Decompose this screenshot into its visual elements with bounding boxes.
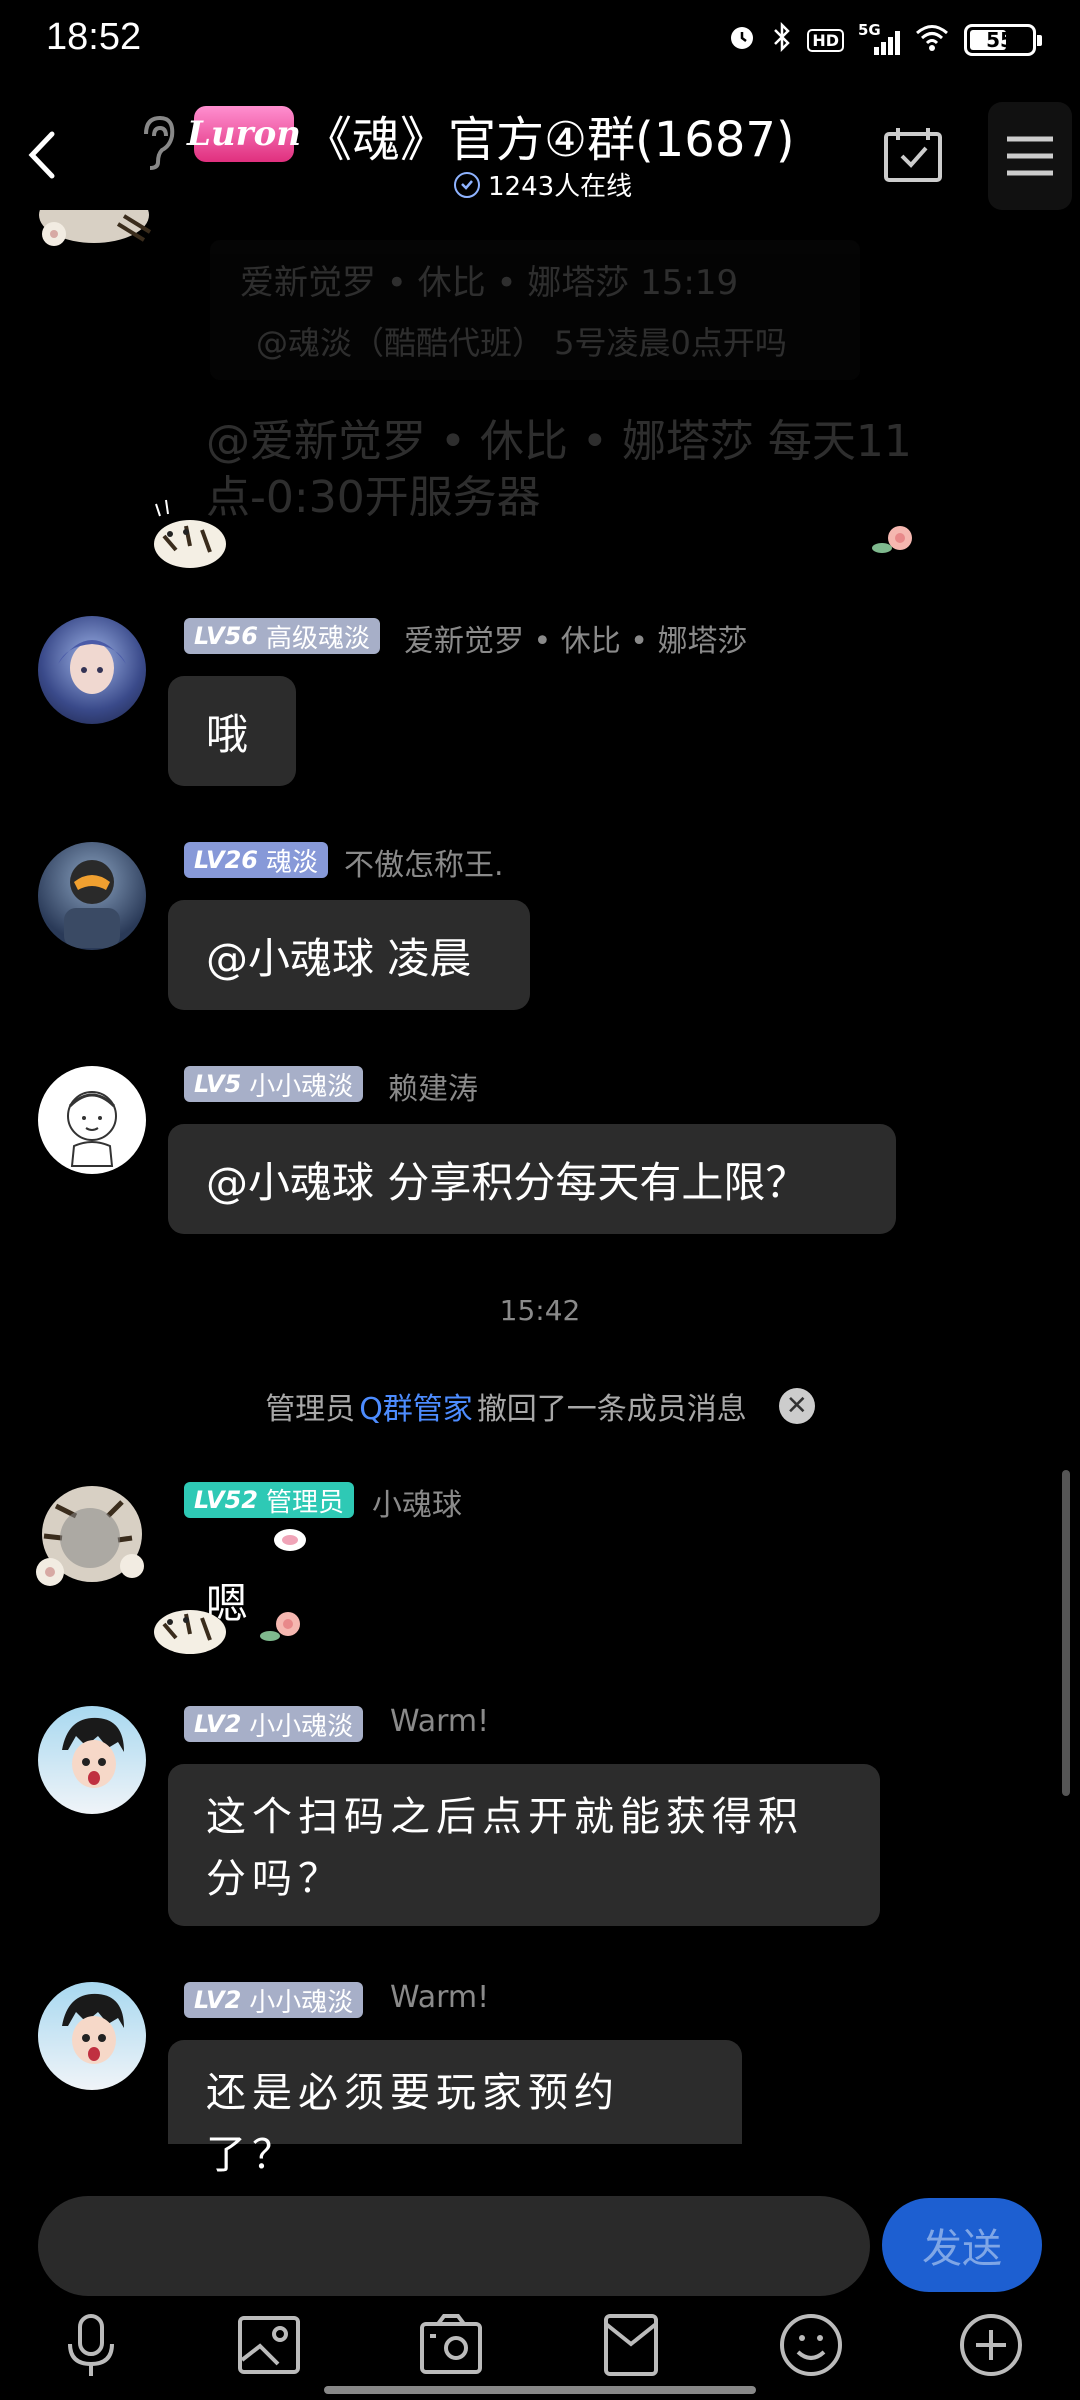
title-label: 小小魂淡 — [249, 1071, 354, 1102]
chat-header: Luron 《魂》官方④群(1687) 1243人在线 — [0, 80, 1080, 220]
level-label: LV2 — [194, 1986, 242, 2014]
wifi-icon — [914, 22, 950, 59]
title-label: 小小魂淡 — [249, 1711, 354, 1742]
group-title[interactable]: 《魂》官方④群(1687) — [304, 100, 795, 170]
flower-sticker — [258, 1606, 308, 1650]
title-label: 魂淡 — [265, 847, 318, 878]
member-badge: LV5 小小魂淡 — [184, 1066, 364, 1102]
group-manager-link[interactable]: Q群管家 — [359, 1384, 473, 1428]
battery-icon: 55 — [964, 24, 1042, 56]
level-label: LV52 — [194, 1486, 258, 1514]
avatar[interactable] — [38, 1706, 146, 1814]
calendar-check-button[interactable] — [878, 120, 948, 190]
message-input[interactable] — [38, 2196, 870, 2296]
sender-nickname[interactable]: 不傲怎称王. — [344, 840, 504, 884]
signal-icon: 5G — [858, 21, 900, 55]
back-button[interactable] — [14, 120, 70, 190]
avatar[interactable] — [38, 616, 146, 724]
battery-level: 55 — [986, 28, 1014, 52]
avatar[interactable] — [38, 1982, 146, 2090]
menu-button[interactable] — [988, 102, 1072, 210]
tiger-sticker-avatar — [34, 187, 154, 250]
send-button[interactable]: 发送 — [882, 2198, 1042, 2292]
avatar[interactable] — [38, 842, 146, 950]
status-icons: HD 5G 55 — [727, 18, 1042, 62]
tiger-sticker — [146, 1588, 230, 1662]
time-divider: 15:42 — [499, 1294, 581, 1327]
faded-sender: 爱新觉罗 • 休比 • 娜塔莎 15:19 — [240, 263, 739, 303]
title-label: 高级魂淡 — [265, 623, 370, 654]
tiger-sticker — [146, 496, 230, 576]
member-badge: LV26 魂淡 — [184, 842, 328, 878]
sender-nickname[interactable]: Warm! — [390, 1980, 489, 2015]
scrollbar[interactable] — [1062, 1470, 1070, 1796]
clock: 18:52 — [46, 16, 142, 58]
level-label: LV26 — [194, 846, 258, 874]
plus-icon[interactable] — [956, 2310, 1026, 2380]
faded-message: @爱新觉罗 • 休比 • 娜塔莎 每天11点-0:30开服务器 — [206, 416, 912, 523]
online-text: 1243人在线 — [488, 172, 633, 202]
close-icon[interactable]: ✕ — [778, 1388, 815, 1424]
sender-nickname[interactable]: 小魂球 — [372, 1480, 462, 1524]
title-label: 小小魂淡 — [249, 1987, 354, 2018]
avatar[interactable] — [38, 1066, 146, 1174]
red-packet-icon[interactable] — [596, 2310, 666, 2380]
member-badge: LV2 小小魂淡 — [184, 1706, 364, 1742]
message-bubble[interactable]: @小魂球 分享积分每天有上限？ — [168, 1124, 896, 1234]
camera-icon[interactable] — [416, 2310, 486, 2380]
admin-badge: LV52 管理员 — [184, 1482, 354, 1518]
verified-icon — [454, 171, 480, 198]
member-badge: LV2 小小魂淡 — [184, 1982, 364, 2018]
status-bar: 18:52 HD 5G 55 — [0, 0, 1080, 80]
home-indicator[interactable] — [324, 2386, 756, 2394]
sender-nickname[interactable]: Warm! — [390, 1704, 489, 1739]
level-label: LV56 — [194, 622, 258, 650]
sender-nickname[interactable]: 爱新觉罗 • 休比 • 娜塔莎 — [404, 616, 748, 660]
network-type: 5G — [858, 21, 881, 39]
level-label: LV5 — [194, 1070, 242, 1098]
recall-prefix: 管理员 — [265, 1392, 356, 1427]
ear-icon[interactable] — [138, 114, 178, 172]
input-toolbar — [0, 2310, 1080, 2380]
image-icon[interactable] — [234, 2310, 304, 2380]
microphone-icon[interactable] — [56, 2310, 126, 2380]
level-label: LV2 — [194, 1710, 242, 1738]
hd-icon: HD — [807, 28, 844, 52]
title-label: 管理员 — [265, 1487, 344, 1518]
recall-suffix: 撤回了一条成员消息 — [476, 1392, 747, 1427]
alarm-icon — [727, 22, 757, 59]
faded-quote: @魂淡（酷酷代班） 5号凌晨0点开吗 — [256, 324, 787, 362]
message-bubble[interactable]: 哦 — [168, 676, 296, 786]
avatar[interactable] — [26, 1476, 152, 1596]
flower-sticker — [870, 518, 922, 562]
recall-notice: 管理员 Q群管家 撤回了一条成员消息 ✕ — [0, 1384, 1080, 1428]
member-badge: LV56 高级魂淡 — [184, 618, 380, 654]
bubble-sticker-icon — [272, 1526, 308, 1556]
message-bubble[interactable]: 这个扫码之后点开就能获得积分吗？ — [168, 1764, 880, 1926]
bluetooth-icon — [771, 21, 793, 59]
emoji-icon[interactable] — [776, 2310, 846, 2380]
sender-nickname[interactable]: 赖建涛 — [388, 1064, 478, 1108]
group-logo: Luron — [187, 106, 301, 162]
message-bubble[interactable]: 还是必须要玩家预约了？ — [168, 2040, 742, 2178]
message-bubble[interactable]: @小魂球 凌晨 — [168, 900, 530, 1010]
online-count[interactable]: 1243人在线 — [454, 166, 632, 203]
